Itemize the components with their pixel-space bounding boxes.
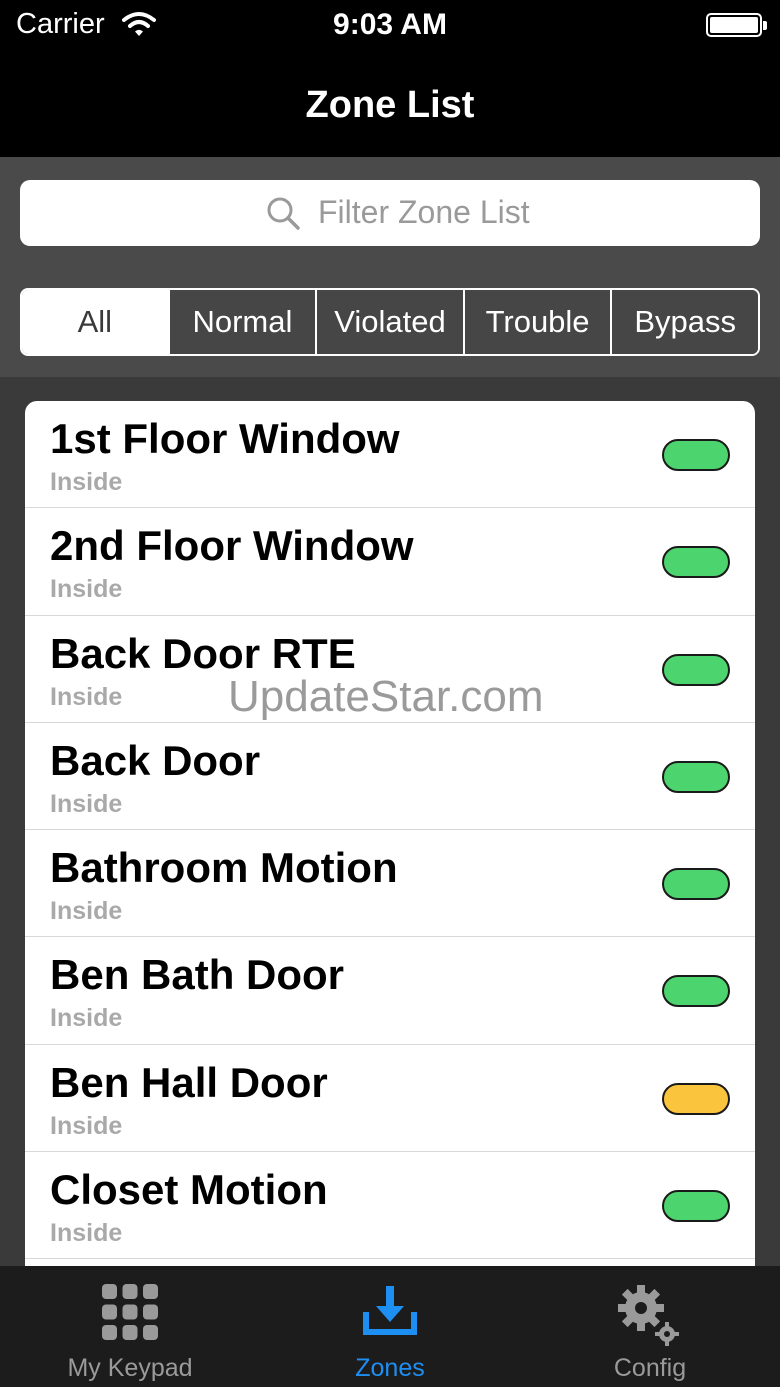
zone-row[interactable]: Back Door RTE Inside (25, 616, 755, 723)
zone-row[interactable]: Back Door Inside (25, 723, 755, 831)
gears-icon (617, 1284, 683, 1355)
segment-all[interactable]: All (22, 290, 168, 354)
zone-location: Inside (50, 468, 123, 496)
tab-bar: My Keypad Zones Config (0, 1266, 780, 1387)
search-placeholder: Filter Zone List (318, 194, 530, 230)
zone-name: Back Door RTE (50, 629, 356, 677)
segment-trouble[interactable]: Trouble (462, 290, 611, 354)
zone-row[interactable]: Closet Motion Inside (25, 1152, 755, 1260)
zone-location: Inside (50, 789, 123, 818)
zone-row[interactable]: Ben Hall Door Inside (25, 1045, 755, 1153)
segment-violated[interactable]: Violated (315, 290, 463, 354)
zone-name: Ben Hall Door (50, 1058, 328, 1106)
navigation-bar: Zone List (0, 56, 780, 157)
tab-label: My Keypad (67, 1354, 193, 1382)
zone-status-indicator (662, 975, 730, 1008)
zone-list: 1st Floor Window Inside 2nd Floor Window… (25, 401, 755, 1281)
zone-location: Inside (50, 1219, 123, 1248)
tab-label: Config (613, 1354, 687, 1382)
zone-status-indicator (662, 439, 730, 471)
zone-location: Inside (50, 897, 123, 926)
zone-name: 1st Floor Window (50, 415, 400, 462)
battery-icon (706, 13, 767, 37)
zone-name: Back Door (50, 736, 261, 784)
zone-name: 2nd Floor Window (50, 522, 414, 570)
keypad-grid-icon (102, 1284, 158, 1345)
search-icon (266, 196, 300, 235)
zone-location: Inside (50, 1111, 123, 1140)
clock: 9:03 AM (333, 8, 447, 41)
search-input[interactable]: Filter Zone List (20, 180, 760, 246)
tab-label: Zones (355, 1354, 425, 1382)
segment-bypass[interactable]: Bypass (610, 290, 758, 354)
zone-name: Closet Motion (50, 1166, 328, 1214)
tab-zones[interactable]: Zones (260, 1266, 520, 1387)
zone-name: Bathroom Motion (50, 844, 398, 892)
zone-location: Inside (50, 575, 123, 604)
zone-status-indicator (662, 653, 730, 686)
zone-row[interactable]: 1st Floor Window Inside (25, 401, 755, 509)
filter-area: Filter Zone List All Normal Violated Tro… (0, 157, 780, 377)
zone-location: Inside (50, 682, 123, 711)
zone-location: Inside (50, 1004, 123, 1033)
zone-status-indicator (662, 546, 730, 579)
zone-status-indicator (662, 760, 730, 793)
status-bar: Carrier 9:03 AM (0, 0, 780, 56)
zone-status-indicator (662, 868, 730, 901)
zone-name: Ben Bath Door (50, 951, 344, 999)
segment-normal[interactable]: Normal (167, 290, 316, 354)
download-tray-icon (360, 1284, 420, 1345)
tab-config[interactable]: Config (520, 1266, 780, 1387)
zone-row[interactable]: Bathroom Motion Inside (25, 830, 755, 938)
zone-status-indicator (662, 1190, 730, 1223)
tab-my-keypad[interactable]: My Keypad (0, 1266, 260, 1387)
status-filter-segmented-control: All Normal Violated Trouble Bypass (20, 288, 760, 356)
zone-row[interactable]: 2nd Floor Window Inside (25, 508, 755, 616)
page-title: Zone List (305, 84, 475, 126)
zone-row[interactable]: Ben Bath Door Inside (25, 937, 755, 1045)
zone-status-indicator (662, 1082, 730, 1115)
